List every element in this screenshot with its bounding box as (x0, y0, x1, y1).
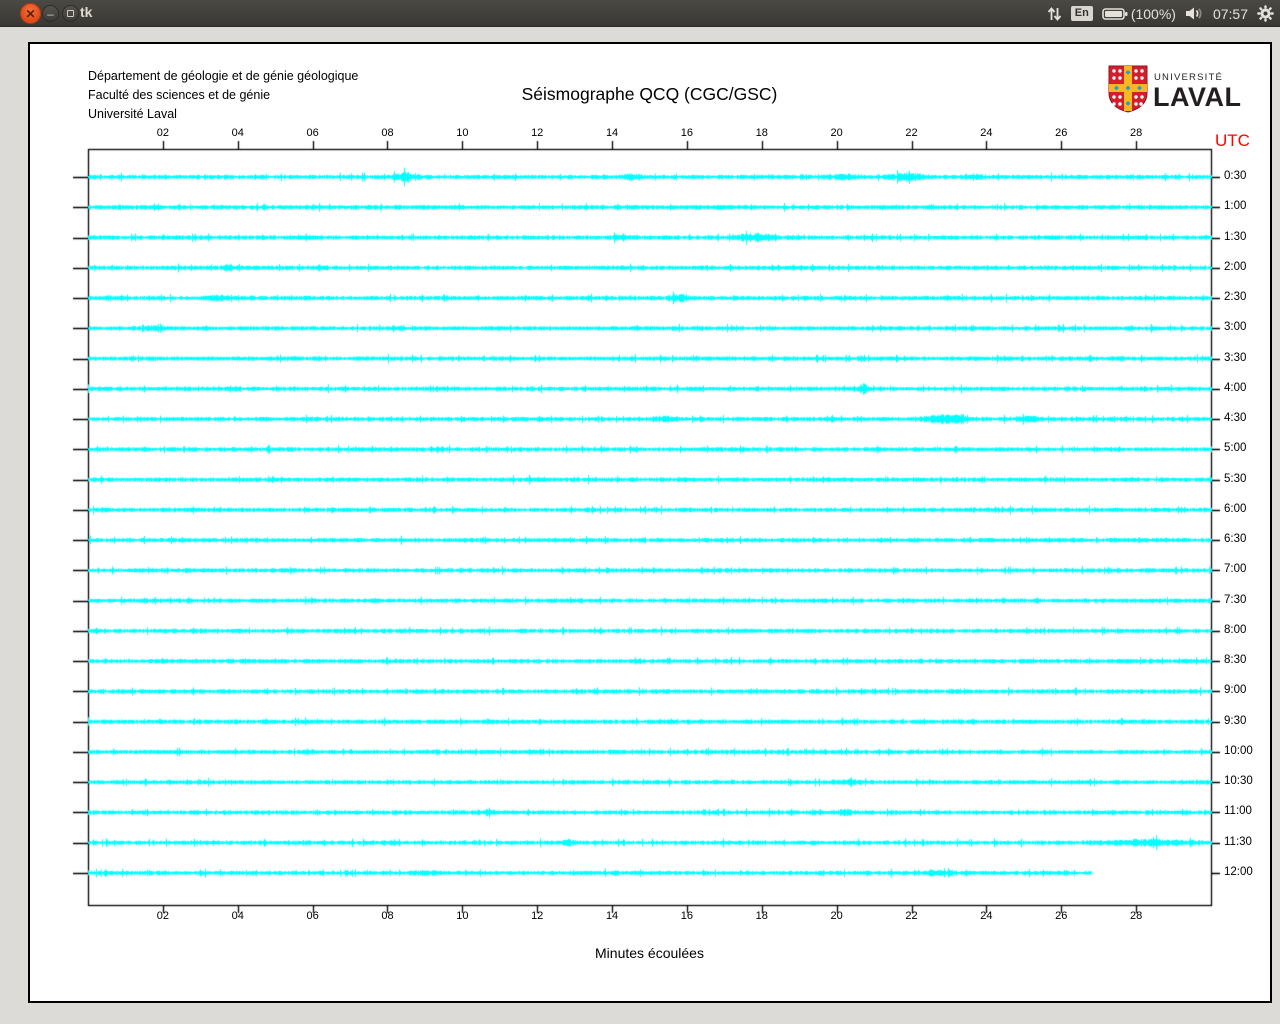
utc-time-label: 8:30 (1224, 654, 1247, 667)
utc-time-label: 3:30 (1224, 351, 1247, 364)
bottom-axis-tick-label: 16 (680, 910, 694, 922)
minimize-button[interactable]: – (42, 5, 59, 22)
bottom-axis-tick-label: 22 (905, 910, 918, 922)
window-title: tk (80, 4, 93, 20)
utc-time-label: 8:00 (1224, 623, 1247, 636)
battery-percent: (100%) (1130, 5, 1176, 22)
bottom-axis-tick-label: 20 (830, 910, 843, 922)
bottom-axis-tick-label: 12 (531, 910, 544, 922)
top-axis-tick-label: 08 (381, 127, 394, 139)
utc-time-label: 7:30 (1224, 593, 1247, 606)
utc-time-label: 1:30 (1224, 230, 1247, 243)
bottom-axis-tick-label: 18 (755, 910, 768, 922)
top-axis-tick-label: 10 (456, 127, 469, 139)
utc-time-label: 4:00 (1224, 381, 1247, 394)
x-axis-label: Minutes écoulées (595, 945, 704, 961)
utc-time-label: 10:30 (1224, 775, 1253, 788)
maximize-button[interactable] (62, 5, 79, 22)
utc-time-label: 10:00 (1224, 744, 1253, 757)
top-axis-tick-label: 26 (1055, 127, 1068, 139)
minimize-icon: – (47, 6, 54, 21)
utc-time-label: 12:00 (1224, 865, 1253, 878)
top-axis-tick-label: 28 (1130, 127, 1143, 139)
bottom-axis-tick-label: 08 (381, 910, 394, 922)
system-tray: En (100%) 07:57 (1047, 0, 1274, 27)
utc-time-label: 6:00 (1224, 502, 1247, 515)
top-axis-tick-label: 02 (156, 127, 169, 139)
bottom-axis-tick-label: 24 (980, 910, 993, 922)
utc-time-label: 3:00 (1224, 321, 1247, 334)
top-axis-tick-label: 18 (755, 127, 768, 139)
utc-time-label: 11:30 (1224, 835, 1252, 848)
utc-time-label: 7:00 (1224, 563, 1247, 576)
close-icon: ✕ (25, 6, 36, 21)
bottom-axis-tick-label: 02 (156, 910, 169, 922)
bottom-axis-tick-label: 10 (456, 910, 469, 922)
top-axis-tick-label: 16 (680, 127, 694, 139)
utc-time-label: 2:30 (1224, 291, 1247, 304)
utc-time-label: 1:00 (1224, 200, 1247, 213)
utc-time-label: 5:00 (1224, 442, 1247, 455)
window-body: Département de géologie et de génie géol… (0, 27, 1280, 1024)
top-axis-tick-label: 22 (905, 127, 918, 139)
seismograph-panel: Département de géologie et de génie géol… (28, 42, 1274, 1005)
network-arrows-icon[interactable] (1047, 6, 1062, 22)
utc-time-label: 9:30 (1224, 714, 1247, 727)
top-axis-tick-label: 14 (605, 127, 619, 139)
utc-time-label: 0:30 (1224, 170, 1247, 182)
titlebar: ✕ – tk En (100%) 07:57 (0, 0, 1280, 27)
top-axis-tick-label: 06 (306, 127, 319, 139)
bottom-axis-tick-label: 04 (231, 910, 244, 922)
settings-gear-icon[interactable] (1257, 5, 1274, 22)
volume-icon[interactable] (1185, 6, 1204, 21)
utc-time-label: 4:30 (1224, 412, 1247, 425)
utc-time-label: 2:00 (1224, 260, 1247, 273)
bottom-axis-tick-label: 14 (605, 910, 619, 922)
top-axis-tick-label: 12 (531, 127, 544, 139)
top-axis-tick-label: 24 (980, 127, 993, 139)
utc-time-label: 5:30 (1224, 472, 1247, 485)
bottom-axis-tick-label: 26 (1055, 910, 1068, 922)
utc-time-label: 11:00 (1224, 805, 1252, 818)
seismogram-canvas (30, 44, 1274, 1005)
top-axis-tick-label: 20 (830, 127, 843, 139)
maximize-icon (67, 10, 74, 17)
bottom-axis-tick-label: 06 (306, 910, 319, 922)
keyboard-layout-indicator[interactable]: En (1070, 6, 1093, 21)
utc-time-label: 6:30 (1224, 533, 1247, 546)
clock[interactable]: 07:57 (1213, 6, 1248, 22)
close-button[interactable]: ✕ (20, 3, 41, 24)
bottom-axis-tick-label: 28 (1130, 910, 1143, 922)
utc-time-label: 9:00 (1224, 684, 1247, 697)
battery-icon[interactable] (1102, 7, 1128, 21)
top-axis-tick-label: 04 (231, 127, 244, 139)
